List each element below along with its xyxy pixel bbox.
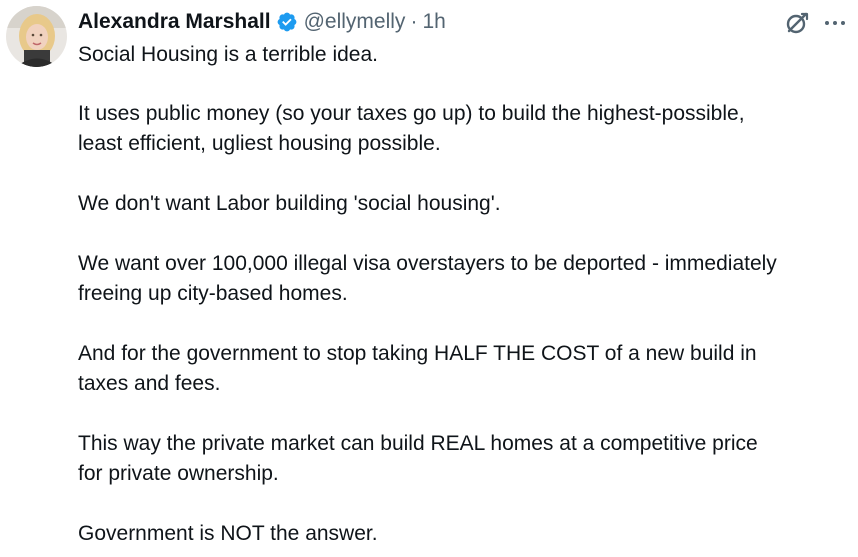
text-line: freeing up city-based homes. bbox=[78, 282, 348, 305]
text-line: It uses public money (so your taxes go u… bbox=[78, 102, 745, 125]
text-line: least efficient, ugliest housing possibl… bbox=[78, 132, 441, 155]
dot-icon bbox=[841, 21, 845, 25]
tweet-paragraph: This way the private market can build RE… bbox=[78, 429, 858, 489]
avatar[interactable] bbox=[6, 6, 67, 67]
tweet-paragraph: We want over 100,000 illegal visa overst… bbox=[78, 249, 858, 309]
separator-dot: · bbox=[410, 10, 418, 33]
tweet-paragraph: Government is NOT the answer. bbox=[78, 519, 858, 549]
dot-icon bbox=[825, 21, 829, 25]
text-line: We don't want Labor building 'social hou… bbox=[78, 192, 501, 215]
timestamp[interactable]: 1h bbox=[422, 10, 445, 34]
grok-icon[interactable] bbox=[784, 10, 810, 36]
tweet-text: Social Housing is a terrible idea. It us… bbox=[78, 40, 858, 557]
tweet-paragraph: And for the government to stop taking HA… bbox=[78, 339, 858, 399]
tweet-paragraph: Social Housing is a terrible idea. bbox=[78, 40, 858, 70]
tweet-paragraph: We don't want Labor building 'social hou… bbox=[78, 189, 858, 219]
verified-badge-icon bbox=[277, 12, 296, 32]
text-line: And for the government to stop taking HA… bbox=[78, 342, 757, 365]
text-line: Social Housing is a terrible idea. bbox=[78, 43, 378, 66]
profile-photo-icon bbox=[6, 6, 67, 67]
dot-icon bbox=[833, 21, 837, 25]
text-line: We want over 100,000 illegal visa overst… bbox=[78, 252, 777, 275]
tweet-header: Alexandra Marshall @ellymelly · 1h bbox=[78, 6, 446, 38]
display-name[interactable]: Alexandra Marshall bbox=[78, 10, 271, 34]
text-line: Government is NOT the answer. bbox=[78, 522, 378, 545]
tweet[interactable]: Alexandra Marshall @ellymelly · 1h Socia… bbox=[0, 0, 858, 557]
author-handle[interactable]: @ellymelly bbox=[304, 10, 406, 34]
more-options-icon[interactable] bbox=[818, 8, 852, 38]
text-line: taxes and fees. bbox=[78, 372, 221, 395]
tweet-paragraph: It uses public money (so your taxes go u… bbox=[78, 99, 858, 159]
text-line: for private ownership. bbox=[78, 462, 279, 485]
text-line: This way the private market can build RE… bbox=[78, 432, 758, 455]
